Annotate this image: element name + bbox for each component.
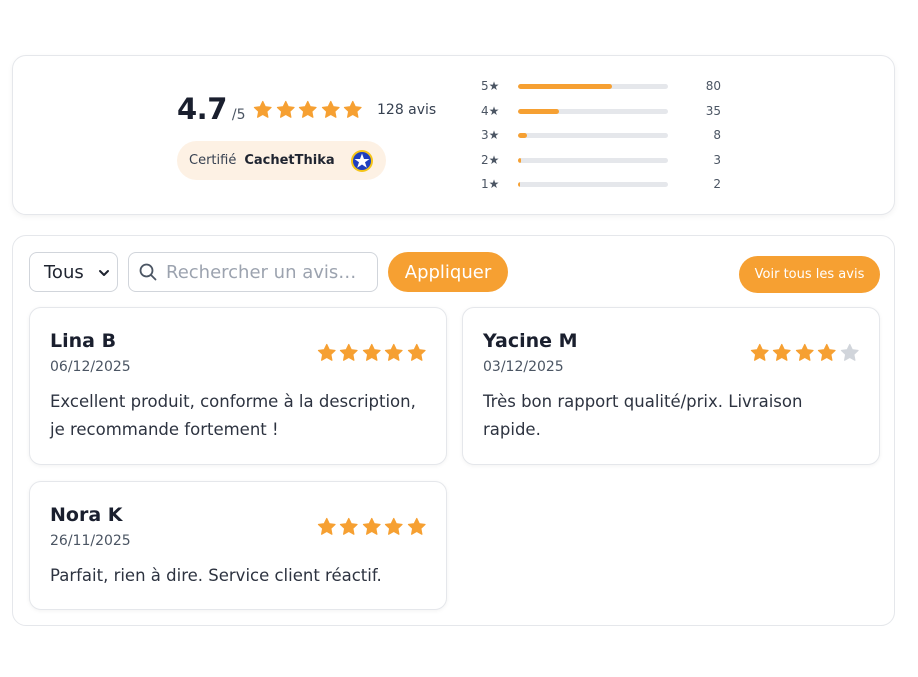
certification-badge: Certifié CachetThika: [177, 141, 386, 180]
distribution-bar-fill: [518, 84, 612, 89]
review-count: 128 avis: [377, 102, 437, 118]
distribution-count: 3: [713, 152, 721, 167]
certification-seal-icon: [350, 149, 373, 172]
review-date: 06/12/2025: [50, 359, 131, 375]
distribution-count: 8: [713, 128, 721, 142]
star-icon: [343, 100, 362, 118]
review-stars: [750, 343, 860, 363]
review-search-input[interactable]: [166, 261, 366, 283]
star-icon: [317, 343, 336, 361]
review-stars: [317, 343, 427, 363]
distribution-bar-track: [518, 182, 668, 187]
review-author: Yacine M: [483, 330, 578, 352]
distribution-bar-track: [518, 157, 668, 163]
star-icon: [362, 343, 381, 361]
review-stars: [317, 517, 427, 537]
star-icon: [795, 343, 814, 361]
apply-button[interactable]: Appliquer: [388, 252, 508, 292]
review-search-box[interactable]: [128, 252, 378, 292]
star-icon: [339, 343, 358, 361]
chevron-down-icon: [99, 270, 109, 276]
rating-filter-select[interactable]: Tous: [29, 252, 118, 292]
review-author: Lina B: [50, 330, 117, 352]
star-icon: [298, 100, 317, 118]
star-icon: [384, 517, 403, 535]
distribution-label: 3★: [481, 128, 500, 142]
average-stars: [253, 100, 363, 120]
star-icon: [321, 100, 340, 118]
distribution-row: 5★ 80: [481, 78, 721, 103]
certified-label: Certifié: [189, 153, 237, 168]
review-card: Lina B 06/12/2025 Excellent produit, con…: [29, 307, 447, 465]
star-icon: [407, 343, 426, 361]
distribution-row: 1★ 2: [481, 176, 721, 201]
star-icon: [276, 100, 295, 118]
distribution-label: 1★: [481, 177, 500, 191]
distribution-bar-fill: [518, 182, 521, 187]
star-icon: [362, 517, 381, 535]
distribution-label: 2★: [481, 152, 500, 167]
star-icon: [384, 343, 403, 361]
star-icon: [253, 100, 272, 118]
rating-max: /5: [231, 107, 246, 123]
distribution-row: 3★ 8: [481, 127, 721, 152]
distribution-label: 5★: [481, 79, 500, 93]
view-all-reviews-button[interactable]: Voir tous les avis: [739, 256, 880, 293]
distribution-bar-fill: [518, 108, 559, 114]
distribution-count: 35: [705, 103, 721, 118]
review-date: 26/11/2025: [50, 533, 131, 549]
distribution-count: 2: [713, 177, 721, 191]
review-card: Nora K 26/11/2025 Parfait, rien à dire. …: [29, 481, 447, 610]
search-icon: [139, 263, 157, 281]
review-text: Très bon rapport qualité/prix. Livraison…: [483, 392, 803, 439]
star-icon: [317, 517, 336, 535]
star-icon: [407, 517, 426, 535]
review-text: Parfait, rien à dire. Service client réa…: [50, 566, 382, 585]
review-author: Nora K: [50, 504, 123, 526]
distribution-bar-track: [518, 84, 668, 89]
average-score: 4.7 /5: [177, 92, 246, 126]
star-icon: [339, 517, 358, 535]
rating-filter-value: Tous: [44, 261, 84, 283]
review-date: 03/12/2025: [483, 359, 564, 375]
distribution-bar-track: [518, 108, 668, 114]
distribution-count: 80: [705, 79, 721, 93]
rating-summary-card: 4.7 /5 128 avis Certifié CachetThika 5★ 8…: [12, 55, 895, 215]
average-rating-value: 4.7: [177, 92, 227, 126]
star-icon: [817, 343, 836, 361]
reviews-panel: Tous Appliquer Voir tous les avis Lina B…: [12, 235, 895, 626]
distribution-row: 4★ 35: [481, 103, 721, 128]
rating-distribution: 5★ 80 4★ 35 3★ 8 2★ 3 1★ 2: [481, 78, 721, 201]
review-card: Yacine M 03/12/2025 Très bon rapport qua…: [462, 307, 880, 465]
star-empty-icon: [840, 343, 859, 361]
review-text: Excellent produit, conforme à la descrip…: [50, 392, 416, 439]
distribution-bar-fill: [518, 133, 528, 138]
distribution-label: 4★: [481, 103, 500, 118]
certifier-brand: CachetThika: [244, 153, 335, 168]
distribution-row: 2★ 3: [481, 152, 721, 177]
star-icon: [750, 343, 769, 361]
distribution-bar-fill: [518, 157, 522, 163]
star-icon: [772, 343, 791, 361]
distribution-bar-track: [518, 133, 668, 138]
